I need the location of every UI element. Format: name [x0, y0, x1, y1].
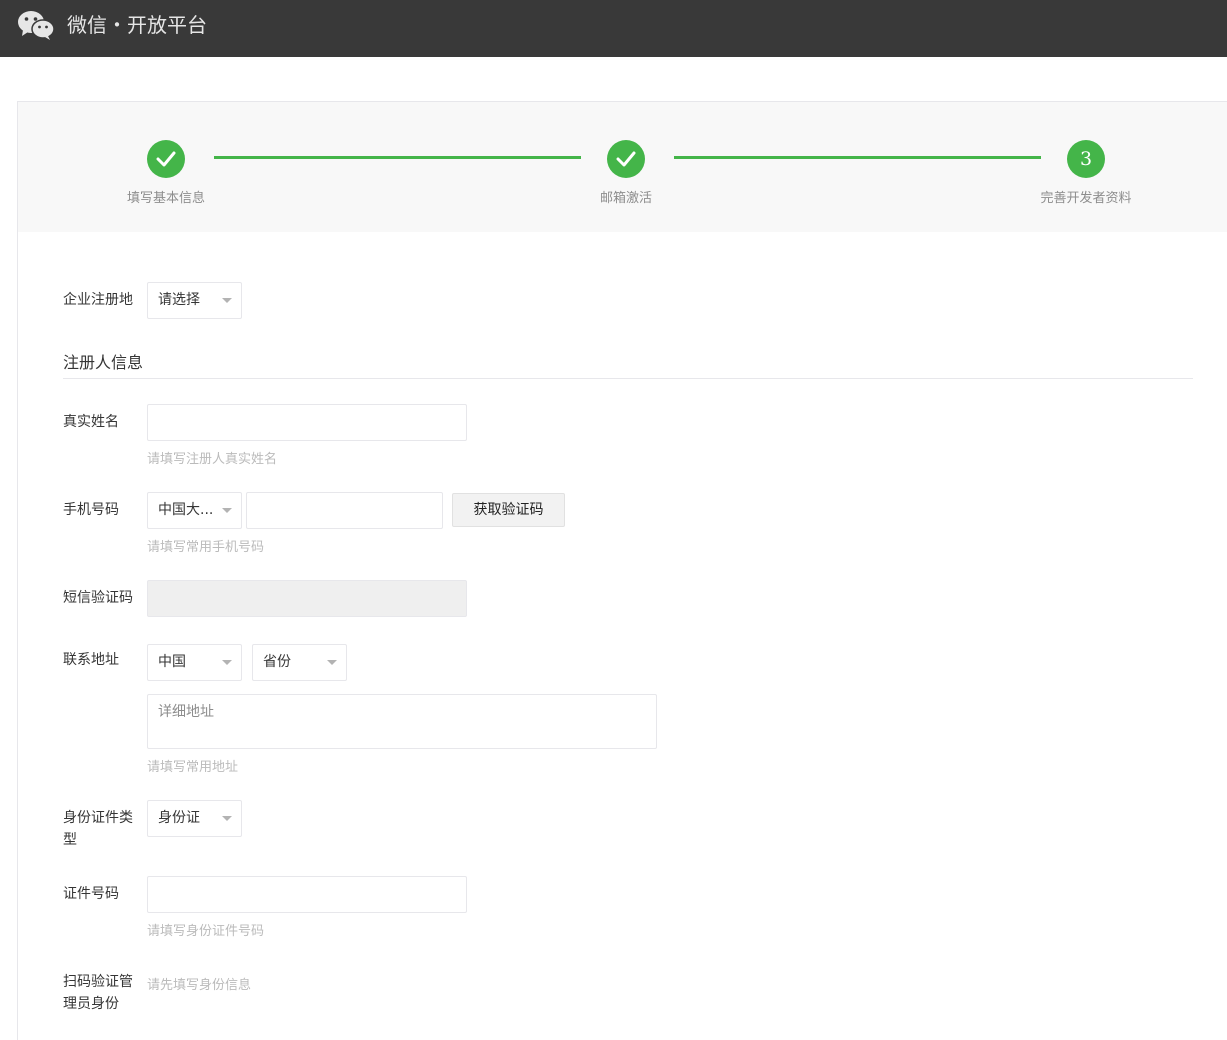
sms-code-input[interactable] [147, 580, 467, 617]
step-3-label: 完善开发者资料 [1040, 191, 1132, 206]
phone-country-select[interactable]: 中国大... [147, 492, 242, 529]
address-country-value: 中国 [158, 654, 186, 670]
address-province-value: 省份 [263, 654, 291, 670]
chevron-down-icon [222, 816, 232, 821]
company-region-select[interactable]: 请选择 [147, 282, 242, 319]
phone-input[interactable] [246, 492, 443, 529]
step-2-done [607, 140, 645, 178]
step-3-current: 3 [1067, 140, 1105, 178]
check-icon [156, 151, 176, 167]
address-detail-placeholder: 详细地址 [158, 704, 214, 720]
step-1-label: 填写基本信息 [126, 191, 205, 206]
address-hint: 请填写常用地址 [147, 760, 239, 775]
brand-title[interactable]: 微信・开放平台 [67, 11, 207, 39]
wechat-logo-icon[interactable] [17, 10, 55, 40]
step-1-done [147, 140, 185, 178]
phone-hint: 请填写常用手机号码 [147, 540, 265, 555]
check-icon [616, 151, 636, 167]
company-region-value: 请选择 [158, 292, 200, 308]
id-type-select[interactable]: 身份证 [147, 800, 242, 837]
register-panel: 填写基本信息 邮箱激活 3 完善开发者资料 企业注册地 请选择 注册人信息 真实… [17, 101, 1227, 1040]
id-number-input[interactable] [147, 876, 467, 913]
chevron-down-icon [327, 660, 337, 665]
id-type-label: 身份证件类型 [63, 810, 133, 848]
real-name-input[interactable] [147, 404, 467, 441]
phone-country-value: 中国大... [158, 502, 214, 518]
get-code-button[interactable]: 获取验证码 [452, 493, 565, 527]
step-connector [674, 156, 1041, 159]
scan-verify-hint: 请先填写身份信息 [147, 978, 252, 993]
sms-code-label: 短信验证码 [63, 590, 133, 606]
real-name-label: 真实姓名 [63, 414, 119, 430]
chevron-down-icon [222, 508, 232, 513]
address-label: 联系地址 [63, 652, 119, 668]
real-name-hint: 请填写注册人真实姓名 [147, 452, 278, 467]
address-detail-textarea[interactable]: 详细地址 [147, 694, 657, 749]
company-region-label: 企业注册地 [63, 292, 133, 308]
section-divider [63, 378, 1193, 379]
address-country-select[interactable]: 中国 [147, 644, 242, 681]
id-number-label: 证件号码 [63, 886, 119, 902]
section-title: 注册人信息 [63, 353, 144, 372]
top-bar: 微信・开放平台 [0, 0, 1227, 57]
chevron-down-icon [222, 660, 232, 665]
id-type-value: 身份证 [158, 810, 200, 826]
step-connector [214, 156, 581, 159]
chevron-down-icon [222, 298, 232, 303]
id-number-hint: 请填写身份证件号码 [147, 924, 265, 939]
step-indicator: 填写基本信息 邮箱激活 3 完善开发者资料 [18, 102, 1227, 232]
scan-verify-label: 扫码验证管理员身份 [63, 974, 133, 1012]
phone-label: 手机号码 [63, 502, 119, 518]
address-province-select[interactable]: 省份 [252, 644, 347, 681]
step-2-label: 邮箱激活 [599, 191, 652, 206]
